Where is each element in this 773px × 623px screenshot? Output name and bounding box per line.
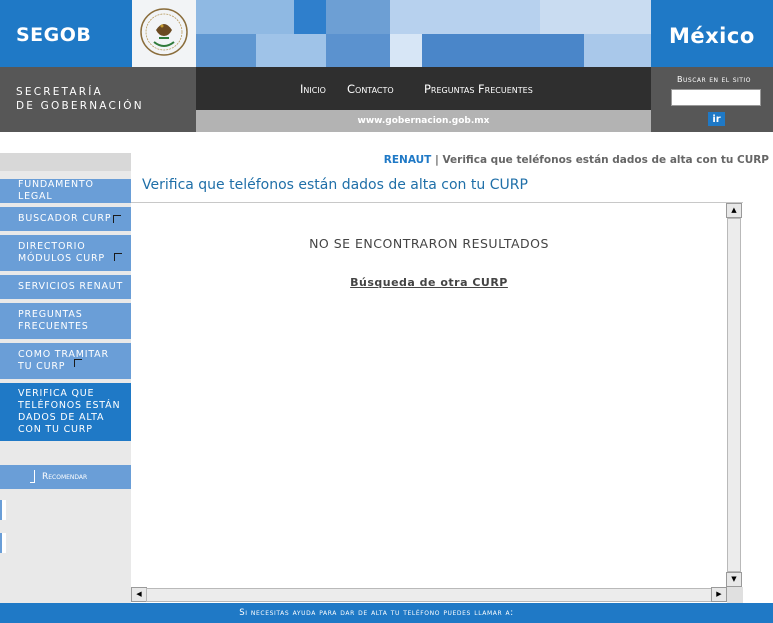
segob-logo-text: SEGOB [16,24,92,46]
sidebar-item-fundamento-legal[interactable]: FUNDAMENTO LEGAL [0,179,131,203]
horizontal-scroll-thumb[interactable] [146,588,712,602]
sidebar-item-verifica-telefonos[interactable]: VERIFICA QUE TELÉFONOS ESTÁN DADOS DE AL… [0,383,131,441]
sidebar-item-como-tramitar[interactable]: COMO TRAMITAR TU CURP [0,343,131,379]
sidebar-item-servicios-renaut[interactable]: SERVICIOS RENAUT [0,275,131,299]
recommend-label: Recomendar [42,472,88,482]
help-footer: Si necesitas ayuda para dar de alta tu t… [0,603,773,623]
sidebar-top-strip [0,153,131,171]
sidebar-item-buscador-curp[interactable]: BUSCADOR CURP [0,207,131,231]
site-url[interactable]: www.gobernacion.gob.mx [196,110,651,132]
help-footer-text: Si necesitas ayuda para dar de alta tu t… [239,608,514,618]
results-frame: NO SE ENCONTRARON RESULTADOS Búsqueda de… [131,202,743,603]
breadcrumb-current: Verifica que teléfonos están dados de al… [442,154,769,166]
header-banner [196,0,651,67]
page-root: SEGOB México SECRETARÍA DE GOBERNACIÓN I… [0,0,773,623]
secretaria-name: SECRETARÍA DE GOBERNACIÓN [0,67,196,132]
scroll-up-icon[interactable]: ▲ [726,203,742,218]
breadcrumb-renaut[interactable]: RENAUT [384,154,432,166]
main-nav: Inicio Contacto Preguntas Frecuentes [196,67,651,110]
scroll-left-icon[interactable]: ◀ [131,587,147,602]
nav-contacto[interactable]: Contacto [347,82,394,96]
sidebar-item-label: BUSCADOR CURP [18,213,112,224]
vertical-scrollbar[interactable]: ▲ ▼ [726,203,742,587]
sidebar-item-label: PREGUNTAS FRECUENTES [18,309,89,332]
sidebar-item-label: COMO TRAMITAR TU CURP [18,349,109,372]
search-input[interactable] [671,89,761,106]
mexico-logo-text: México [669,24,755,48]
nav-preguntas-frecuentes[interactable]: Preguntas Frecuentes [424,82,533,96]
search-label: Buscar en el sitio [677,75,751,84]
sidebar-item-directorio-modulos[interactable]: DIRECTORIO MÓDULOS CURP [0,235,131,271]
search-go-button[interactable]: ir [708,112,725,126]
other-curp-search-link: Búsqueda de otra CURP [131,276,727,289]
sidebar-item-label: DIRECTORIO MÓDULOS CURP [18,241,105,264]
page-title: Verifica que teléfonos están dados de al… [142,177,528,193]
sidebar-item-label: VERIFICA QUE TELÉFONOS ESTÁN DADOS DE AL… [18,388,121,435]
sidebar-item-preguntas-frecuentes[interactable]: PREGUNTAS FRECUENTES [0,303,131,339]
scroll-down-icon[interactable]: ▼ [726,572,742,587]
mexico-logo[interactable]: México [651,0,773,67]
national-seal-icon [132,0,196,67]
external-link-icon [74,359,82,367]
external-link-icon [114,253,122,261]
secretaria-line-1: SECRETARÍA [16,86,103,98]
sidebar-item-label: FUNDAMENTO LEGAL [18,179,94,202]
sidebar-embed-1 [0,500,6,520]
horizontal-scrollbar[interactable]: ◀ ▶ [131,587,727,603]
nav-inicio[interactable]: Inicio [300,82,326,96]
recommend-icon [30,470,35,483]
scroll-right-icon[interactable]: ▶ [711,587,727,602]
breadcrumb: RENAUT | Verifica que teléfonos están da… [131,154,773,166]
scroll-corner [727,587,743,603]
site-url-text: www.gobernacion.gob.mx [357,116,490,126]
segob-logo[interactable]: SEGOB [0,0,132,67]
other-curp-search-link-text[interactable]: Búsqueda de otra CURP [350,276,508,289]
no-results-message: NO SE ENCONTRARON RESULTADOS [309,236,549,251]
site-search: Buscar en el sitio ir [651,67,773,132]
sidebar: FUNDAMENTO LEGAL BUSCADOR CURP DIRECTORI… [0,153,131,603]
secretaria-line-2: DE GOBERNACIÓN [16,100,144,112]
external-link-icon [113,215,122,223]
sidebar-item-label: SERVICIOS RENAUT [18,281,124,292]
sidebar-embed-2 [0,533,6,553]
breadcrumb-separator: | [434,154,439,166]
recommend-button[interactable]: Recomendar [0,465,131,489]
vertical-scroll-thumb[interactable] [727,218,741,572]
